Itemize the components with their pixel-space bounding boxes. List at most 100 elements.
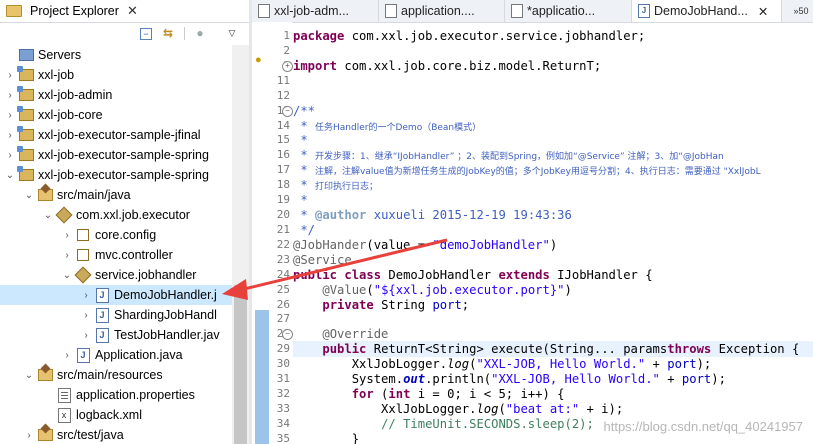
- expanded-chevron-icon[interactable]: ⌄: [23, 190, 35, 201]
- code-line[interactable]: * @author xuxueli 2015-12-19 19:43:36: [293, 207, 572, 223]
- code-token: ReturnT<String> execute(String...: [366, 342, 624, 356]
- collapsed-chevron-icon[interactable]: ›: [4, 150, 16, 161]
- editor-tab[interactable]: *applicatio...: [505, 0, 632, 22]
- tree-item-label: mvc.controller: [95, 248, 173, 262]
- code-token: *: [293, 148, 316, 162]
- code-token: System.: [293, 372, 404, 386]
- line-number: 17: [276, 163, 290, 176]
- collapsed-chevron-icon[interactable]: ›: [61, 350, 73, 361]
- collapsed-chevron-icon[interactable]: ›: [80, 310, 92, 321]
- tree-item[interactable]: › J DemoJobHandler.j: [0, 285, 249, 305]
- tree-item[interactable]: Servers: [0, 45, 236, 65]
- editor-tab[interactable]: xxl-job-adm...: [252, 0, 379, 22]
- tree-item[interactable]: › core.config: [0, 225, 249, 245]
- collapsed-chevron-icon[interactable]: ›: [4, 90, 16, 101]
- collapsed-chevron-icon[interactable]: ›: [4, 130, 16, 141]
- code-line[interactable]: @Override: [293, 326, 388, 342]
- scrollbar-thumb[interactable]: [234, 285, 247, 444]
- code-line[interactable]: }: [293, 431, 359, 444]
- code-line[interactable]: /**: [293, 103, 315, 119]
- editor-tab[interactable]: application....: [379, 0, 505, 22]
- code-line[interactable]: for (int i = 0; i < 5; i++) {: [293, 386, 565, 402]
- code-line[interactable]: * 注解，注解value值为新增任务生成的JobKey的值；多个JobKey用逗…: [293, 162, 761, 178]
- code-line[interactable]: */: [293, 222, 315, 238]
- java-file-icon: J: [94, 327, 110, 343]
- tree-item[interactable]: › xxl-job-executor-sample-spring: [0, 145, 236, 165]
- collapsed-chevron-icon[interactable]: ›: [4, 110, 16, 121]
- editor-tab[interactable]: J DemoJobHand... ✕: [632, 0, 782, 22]
- code-line[interactable]: XxlJobLogger.log("XXL-JOB, Hello World."…: [293, 356, 712, 372]
- tree-item[interactable]: › src/test/java: [0, 425, 249, 444]
- expanded-chevron-icon[interactable]: ⌄: [42, 210, 54, 221]
- tree-item[interactable]: › J ShardingJobHandl: [0, 305, 249, 325]
- code-token: public: [322, 342, 367, 356]
- explorer-tab[interactable]: Project Explorer ✕: [0, 0, 144, 22]
- code-line[interactable]: * 任务Handler的一个Demo（Bean模式）: [293, 118, 481, 134]
- expanded-chevron-icon[interactable]: ⌄: [23, 370, 35, 381]
- code-token: "XXL-JOB, Hello World.": [491, 372, 660, 386]
- code-line[interactable]: *: [293, 192, 307, 208]
- occurrence-ruler: [255, 310, 269, 444]
- code-token: com.xxl.job.core.biz.model.ReturnT;: [344, 59, 602, 73]
- code-token: */: [293, 223, 316, 237]
- close-icon[interactable]: ✕: [127, 3, 138, 19]
- tree-item[interactable]: › J TestJobHandler.jav: [0, 325, 249, 345]
- warning-lightbulb-icon[interactable]: ●: [255, 54, 262, 66]
- link-with-editor-icon[interactable]: ⇆: [160, 25, 176, 41]
- line-number: 20: [276, 208, 290, 221]
- code-line[interactable]: @JobHander(value = "demoJobHandler"): [293, 237, 557, 253]
- line-number: 2: [283, 44, 290, 57]
- collapsed-chevron-icon[interactable]: ›: [61, 250, 73, 261]
- collapse-fold-icon[interactable]: −: [282, 106, 293, 117]
- tree-item[interactable]: › xxl-job-core: [0, 105, 236, 125]
- collapse-all-icon[interactable]: −: [140, 28, 152, 40]
- collapsed-chevron-icon[interactable]: ›: [23, 430, 35, 441]
- code-line[interactable]: @Value("${xxl.job.executor.port}"): [293, 282, 572, 298]
- tree-item[interactable]: › xxl-job-admin: [0, 85, 236, 105]
- tree-item[interactable]: › mvc.controller: [0, 245, 249, 265]
- collapsed-chevron-icon[interactable]: ›: [4, 70, 16, 81]
- code-line[interactable]: // TimeUnit.SECONDS.sleep(2);: [293, 416, 594, 432]
- tree-item[interactable]: ⌄ src/main/resources: [0, 365, 249, 385]
- code-line[interactable]: private String port;: [293, 297, 469, 313]
- code-line[interactable]: import com.xxl.job.core.biz.model.Return…: [293, 58, 601, 74]
- close-icon[interactable]: ✕: [758, 4, 768, 19]
- view-menu-icon[interactable]: ▽: [224, 25, 240, 41]
- code-line[interactable]: package com.xxl.job.executor.service.job…: [293, 28, 645, 44]
- code-line[interactable]: * 打印执行日志；: [293, 177, 378, 193]
- tree-item[interactable]: application.properties: [0, 385, 249, 405]
- servers-icon: [18, 47, 34, 63]
- code-line[interactable]: System.out.println("XXL-JOB, Hello World…: [293, 371, 726, 387]
- explorer-scrollbar[interactable]: [232, 45, 249, 444]
- code-token: 注解，注解value值为新增任务生成的JobKey的值；多个JobKey用逗号分…: [315, 167, 761, 177]
- code-token: *: [293, 163, 316, 177]
- filters-icon[interactable]: ●: [192, 25, 208, 41]
- tree-item[interactable]: › xxl-job-executor-sample-jfinal: [0, 125, 236, 145]
- tree-item[interactable]: › J Application.java: [0, 345, 249, 365]
- tree-item-label: Application.java: [95, 348, 183, 362]
- code-line[interactable]: XxlJobLogger.log("beat at:" + i);: [293, 401, 623, 417]
- tab-overflow-button[interactable]: »50: [789, 0, 813, 22]
- tree-item[interactable]: ⌄ com.xxl.job.executor: [0, 205, 249, 225]
- expanded-chevron-icon[interactable]: ⌄: [61, 270, 73, 281]
- project-icon: [16, 126, 34, 143]
- code-line[interactable]: *: [293, 132, 307, 148]
- code-line[interactable]: public ReturnT<String> execute(String...…: [293, 341, 813, 357]
- collapsed-chevron-icon[interactable]: ›: [80, 330, 92, 341]
- code-line[interactable]: @Service: [293, 252, 352, 268]
- code-area[interactable]: package com.xxl.job.executor.service.job…: [293, 22, 813, 444]
- tree-item[interactable]: ⌄ xxl-job-executor-sample-spring: [0, 165, 236, 185]
- tree-item[interactable]: ⌄ src/main/java: [0, 185, 249, 205]
- code-line[interactable]: public class DemoJobHandler extends IJob…: [293, 267, 653, 283]
- tree-item[interactable]: › xxl-job: [0, 65, 236, 85]
- code-token: ): [564, 283, 572, 297]
- tree-item[interactable]: x logback.xml: [0, 405, 249, 425]
- tree-item[interactable]: ⌄ service.jobhandler: [0, 265, 249, 285]
- code-token: port: [681, 372, 712, 386]
- collapsed-chevron-icon[interactable]: ›: [61, 230, 73, 241]
- collapsed-chevron-icon[interactable]: ›: [80, 290, 92, 301]
- code-line[interactable]: * 开发步骤：1、继承“IJobHandler” ；2、装配到Spring，例如…: [293, 147, 723, 163]
- expanded-chevron-icon[interactable]: ⌄: [4, 170, 16, 181]
- expand-fold-icon[interactable]: +: [282, 61, 293, 72]
- collapse-fold-icon[interactable]: −: [282, 329, 293, 340]
